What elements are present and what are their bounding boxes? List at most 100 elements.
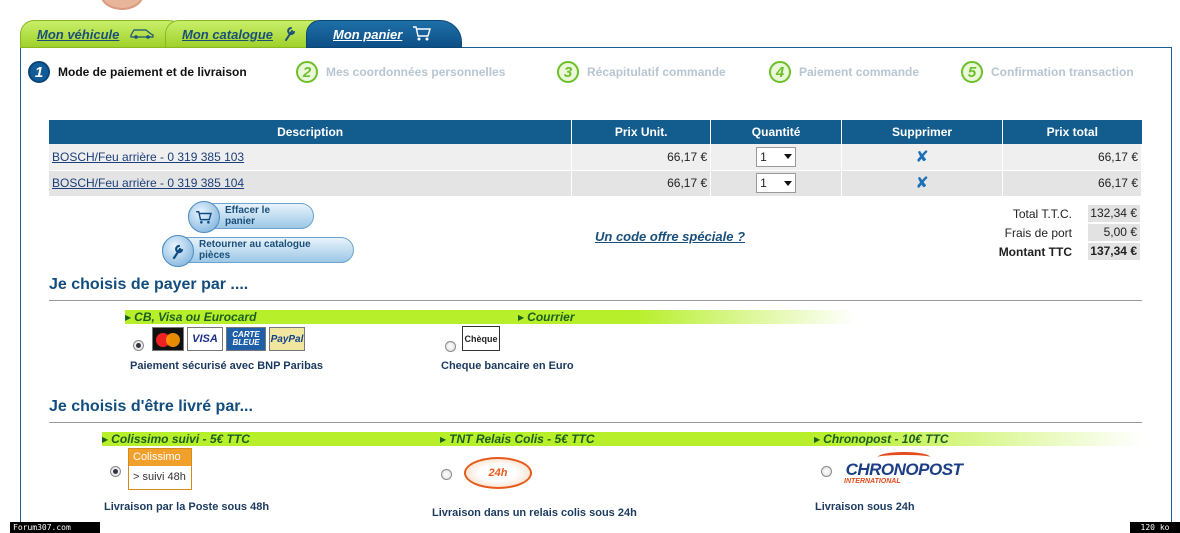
- tnt-label: Livraison dans un relais colis sous 24h: [432, 507, 637, 519]
- chevron-down-icon: [784, 154, 793, 160]
- cell-quantite: 1: [710, 170, 843, 197]
- back-to-catalogue-button[interactable]: Retourner au catalogue pièces: [162, 235, 354, 267]
- montant-ttc-label: Montant TTC: [998, 244, 1072, 259]
- total-ttc-row: Total T.T.C. 132,34 €: [970, 204, 1140, 223]
- step-number: 4: [769, 61, 791, 83]
- payment-card-label: Paiement sécurisé avec BNP Paribas: [130, 360, 324, 372]
- mastercard-logo: [152, 327, 184, 351]
- main-tabs: Mon véhicule Mon catalogue Mon panier: [20, 20, 480, 48]
- total-ttc-value: 132,34 €: [1088, 205, 1140, 222]
- montant-ttc-row: Montant TTC 137,34 €: [970, 242, 1140, 261]
- delivery-chronopost-radio[interactable]: [821, 466, 832, 477]
- product-link[interactable]: BOSCH/Feu arrière - 0 319 385 103: [52, 150, 244, 164]
- delivery-section-title: Je choisis d'être livré par...: [49, 398, 253, 415]
- delivery-colissimo-radio[interactable]: [110, 466, 121, 477]
- col-quantite: Quantité: [710, 120, 843, 144]
- table-row: BOSCH/Feu arrière - 0 319 385 103 66,17 …: [49, 144, 1142, 171]
- tnt-logo-bottom: 24h: [488, 467, 508, 479]
- payment-options-bar: ▶ CB, Visa ou Eurocard ▶ Courrier: [125, 310, 855, 324]
- tnt-header: TNT Relais Colis - 5€ TTC: [449, 432, 595, 446]
- cell-description: BOSCH/Feu arrière - 0 319 385 104: [49, 170, 573, 197]
- step-3: 3 Récapitulatif commande: [557, 61, 726, 83]
- cell-prix-unit: 66,17 €: [571, 144, 712, 171]
- step-number: 2: [296, 61, 318, 83]
- frais-port-row: Frais de port 5,00 €: [970, 223, 1140, 242]
- quantity-value: 1: [760, 176, 767, 190]
- chevron-down-icon: [784, 180, 793, 186]
- order-totals: Total T.T.C. 132,34 € Frais de port 5,00…: [970, 204, 1140, 261]
- chronopost-logo-sub: INTERNATIONAL: [844, 478, 901, 485]
- delivery-tnt-radio[interactable]: [441, 469, 452, 480]
- table-row: BOSCH/Feu arrière - 0 319 385 104 66,17 …: [49, 170, 1142, 197]
- payment-option-header-card: ▶ CB, Visa ou Eurocard: [125, 310, 256, 325]
- step-number: 1: [28, 61, 50, 83]
- clear-cart-button[interactable]: Effacer le panier: [188, 201, 314, 233]
- car-icon: [129, 27, 155, 42]
- triangle-right-icon: ▶: [102, 435, 109, 444]
- triangle-right-icon: ▶: [125, 313, 132, 322]
- delivery-option-header-chronopost: ▶ Chronopost - 10€ TTC: [814, 432, 949, 447]
- divider: [49, 422, 1142, 423]
- colissimo-logo-bottom: > suivi 48h: [133, 471, 186, 483]
- cheque-logo: Chèque: [462, 326, 500, 351]
- cart-icon: [412, 25, 432, 44]
- step-1: 1 Mode de paiement et de livraison: [28, 61, 247, 83]
- watermark-left: Forum307.com: [10, 522, 100, 533]
- payment-cheque-radio[interactable]: [445, 341, 456, 352]
- step-label: Confirmation transaction: [991, 65, 1134, 79]
- col-prix-unit: Prix Unit.: [571, 120, 712, 144]
- delivery-options-bar: ▶ Colissimo suivi - 5€ TTC ▶ TNT Relais Co…: [102, 432, 1142, 446]
- delete-icon[interactable]: ✘: [915, 175, 928, 192]
- payment-section-title: Je choisis de payer par ....: [49, 276, 249, 293]
- colissimo-header: Colissimo suivi - 5€ TTC: [111, 432, 250, 446]
- cell-supprimer: ✘: [841, 144, 1004, 171]
- delivery-option-header-colissimo: ▶ Colissimo suivi - 5€ TTC: [102, 432, 250, 447]
- chronopost-logo-text: CHRONOPOST: [845, 460, 963, 479]
- user-avatar: [100, 0, 144, 10]
- step-number: 3: [557, 61, 579, 83]
- colissimo-label: Livraison par la Poste sous 48h: [104, 501, 270, 513]
- cart-table: Description Prix Unit. Quantité Supprime…: [49, 120, 1142, 197]
- divider: [49, 300, 1142, 301]
- cell-prix-unit: 66,17 €: [571, 170, 712, 197]
- payment-courrier-header: Courrier: [527, 310, 575, 324]
- promo-code-link[interactable]: Un code offre spéciale ?: [595, 229, 745, 244]
- card-logos: VISA CARTE BLEUE PayPal: [152, 327, 305, 351]
- quantity-select[interactable]: 1: [756, 173, 797, 193]
- step-4: 4 Paiement commande: [769, 61, 919, 83]
- step-label: Mode de paiement et de livraison: [58, 65, 247, 79]
- step-2: 2 Mes coordonnées personnelles: [296, 61, 505, 83]
- chronopost-header: Chronopost - 10€ TTC: [823, 432, 949, 446]
- chronopost-label: Livraison sous 24h: [815, 501, 915, 513]
- payment-card-radio[interactable]: [133, 340, 144, 351]
- product-link[interactable]: BOSCH/Feu arrière - 0 319 385 104: [52, 176, 244, 190]
- triangle-right-icon: ▶: [518, 313, 525, 322]
- clear-cart-label: Effacer le panier: [225, 205, 271, 227]
- wrench-icon: [162, 235, 194, 267]
- colissimo-logo-top: Colissimo: [129, 449, 191, 466]
- step-label: Paiement commande: [799, 65, 920, 79]
- cell-quantite: 1: [710, 144, 843, 171]
- cell-supprimer: ✘: [841, 170, 1004, 197]
- total-ttc-label: Total T.T.C.: [1012, 206, 1072, 221]
- checkout-steps: 1 Mode de paiement et de livraison 2 Mes…: [28, 61, 1148, 87]
- cell-prix-total: 66,17 €: [1002, 170, 1142, 197]
- quantity-select[interactable]: 1: [756, 146, 797, 167]
- colissimo-logo: Colissimo > suivi 48h: [128, 448, 192, 490]
- wrench-icon: [283, 25, 297, 44]
- step-5: 5 Confirmation transaction: [961, 61, 1134, 83]
- tab-mon-panier[interactable]: Mon panier: [306, 20, 462, 48]
- quantity-value: 1: [760, 149, 767, 164]
- tnt-relais-colis-logo: 24h: [464, 457, 532, 489]
- step-label: Mes coordonnées personnelles: [326, 65, 506, 79]
- col-prix-total: Prix total: [1002, 120, 1142, 144]
- payment-option-header-courrier: ▶ Courrier: [518, 310, 575, 325]
- cart-header-row: Description Prix Unit. Quantité Supprime…: [49, 120, 1142, 144]
- tab-label: Mon catalogue: [182, 26, 274, 42]
- montant-ttc-value: 137,34 €: [1088, 243, 1140, 260]
- frais-port-value: 5,00 €: [1088, 224, 1140, 241]
- carte-bleue-logo: CARTE BLEUE: [226, 327, 266, 351]
- col-supprimer: Supprimer: [841, 120, 1004, 144]
- tab-label: Mon véhicule: [37, 26, 120, 42]
- delete-icon[interactable]: ✘: [915, 149, 928, 166]
